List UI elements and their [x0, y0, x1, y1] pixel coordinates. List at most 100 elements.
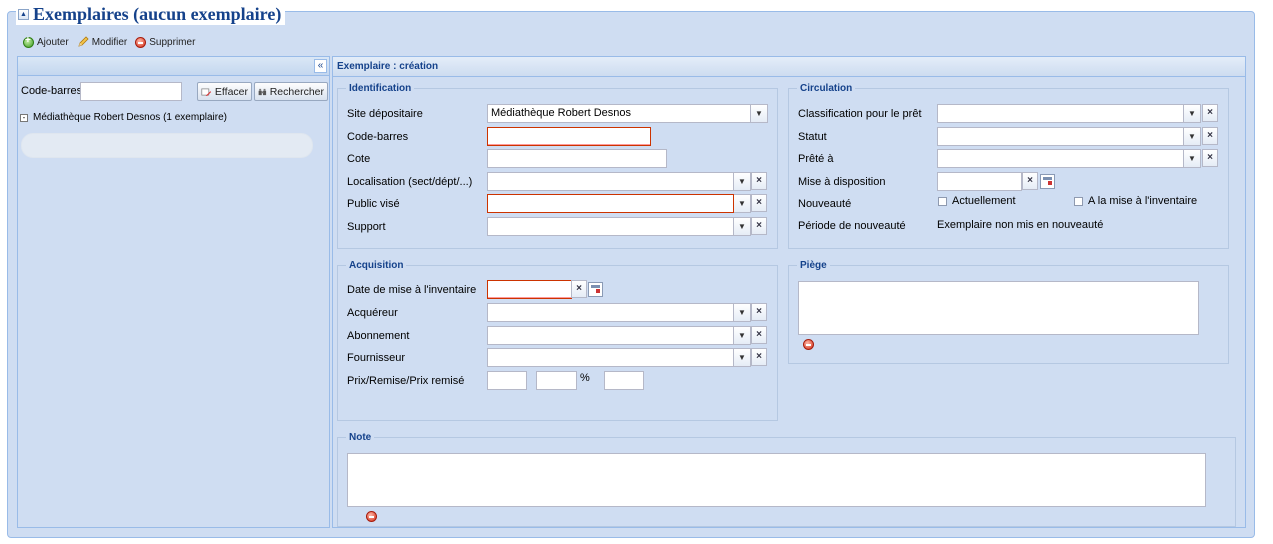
support-select[interactable]: ▼: [487, 217, 751, 236]
binoculars-icon: [258, 88, 267, 95]
classification-select[interactable]: ▼: [937, 104, 1201, 123]
search-button[interactable]: Rechercher: [254, 82, 328, 101]
identification-legend: Identification: [349, 83, 412, 94]
note-textarea[interactable]: [347, 453, 1206, 507]
currently-label: Actuellement: [952, 195, 1016, 207]
trap-textarea[interactable]: [798, 281, 1199, 335]
collapse-left-icon[interactable]: «: [314, 59, 327, 73]
add-button[interactable]: Ajouter: [23, 35, 69, 48]
status-select[interactable]: ▼: [937, 127, 1201, 146]
lent-select[interactable]: ▼: [937, 149, 1201, 168]
tree-item-label: Médiathèque Robert Desnos (1 exemplaire): [33, 112, 227, 123]
edit-button[interactable]: Modifier: [77, 36, 128, 48]
chevron-down-icon[interactable]: ▼: [1184, 127, 1201, 146]
currently-checkbox[interactable]: [938, 197, 947, 206]
page-title: Exemplaires (aucun exemplaire): [33, 3, 282, 24]
chevron-down-icon[interactable]: ▼: [734, 303, 751, 322]
clear-icon[interactable]: ×: [751, 326, 767, 344]
discounted-price-input[interactable]: [604, 371, 644, 390]
inventory-label: A la mise à l'inventaire: [1088, 195, 1198, 207]
left-panel-header: «: [18, 57, 329, 76]
clear-label: Effacer: [214, 85, 248, 98]
supplier-label: Fournisseur: [347, 352, 406, 364]
site-select[interactable]: Médiathèque Robert Desnos ▼: [487, 104, 768, 123]
chevron-down-icon[interactable]: ▼: [1184, 104, 1201, 123]
chevron-down-icon[interactable]: ▼: [734, 326, 751, 345]
public-select[interactable]: ▼: [487, 194, 751, 213]
search-label: Rechercher: [269, 85, 324, 98]
subscription-label: Abonnement: [347, 330, 410, 342]
status-value: [937, 127, 1184, 146]
note-legend: Note: [349, 432, 372, 443]
site-label: Site dépositaire: [347, 108, 423, 120]
clear-icon[interactable]: ×: [751, 172, 767, 190]
chevron-down-icon[interactable]: ▼: [734, 217, 751, 236]
public-label: Public visé: [347, 198, 400, 210]
code-barres-input[interactable]: [487, 127, 651, 146]
remove-icon[interactable]: [803, 339, 814, 350]
status-label: Statut: [798, 131, 827, 143]
novelty-label: Nouveauté: [798, 198, 852, 210]
clear-icon[interactable]: ×: [751, 348, 767, 366]
form-panel-title: Exemplaire : création: [333, 57, 1245, 77]
chevron-down-icon[interactable]: ▼: [734, 348, 751, 367]
eraser-icon: [201, 87, 212, 96]
clear-icon[interactable]: ×: [1022, 172, 1038, 190]
subscription-value: [487, 326, 734, 345]
support-value: [487, 217, 734, 236]
left-panel: « Code-barres Effacer Rechercher - Média…: [17, 56, 330, 528]
delete-button[interactable]: Supprimer: [135, 36, 195, 48]
barcode-search-input[interactable]: [80, 82, 182, 101]
inventory-date-label: Date de mise à l'inventaire: [347, 284, 477, 296]
panel-header: ▲ Exemplaires (aucun exemplaire): [16, 3, 286, 25]
clear-icon[interactable]: ×: [1202, 104, 1218, 122]
tree-item[interactable]: - Médiathèque Robert Desnos (1 exemplair…: [20, 112, 227, 123]
calendar-icon[interactable]: [1040, 174, 1055, 189]
disposal-date-input[interactable]: [937, 172, 1022, 191]
chevron-down-icon[interactable]: ▼: [734, 194, 751, 213]
remove-icon[interactable]: [366, 511, 378, 522]
circulation-legend: Circulation: [800, 83, 853, 94]
classification-value: [937, 104, 1184, 123]
lent-label: Prêté à: [798, 153, 834, 165]
price-label: Prix/Remise/Prix remisé: [347, 375, 465, 387]
collapse-tree-icon[interactable]: -: [20, 113, 28, 122]
price-input[interactable]: [487, 371, 527, 390]
clear-icon[interactable]: ×: [1202, 127, 1218, 145]
supplier-select[interactable]: ▼: [487, 348, 751, 367]
disposal-label: Mise à disposition: [798, 176, 886, 188]
clear-icon[interactable]: ×: [751, 194, 767, 212]
classification-label: Classification pour le prêt: [798, 108, 922, 120]
add-label: Ajouter: [37, 36, 69, 48]
collapse-icon[interactable]: ▲: [18, 8, 29, 20]
clear-icon[interactable]: ×: [1202, 149, 1218, 167]
chevron-down-icon[interactable]: ▼: [751, 104, 768, 123]
chevron-down-icon[interactable]: ▼: [1184, 149, 1201, 168]
code-barres-label: Code-barres: [347, 131, 409, 143]
inventory-date-input[interactable]: [487, 280, 572, 299]
location-value: [487, 172, 734, 191]
clear-icon[interactable]: ×: [751, 217, 767, 235]
inventory-checkbox[interactable]: [1074, 197, 1083, 206]
clear-icon[interactable]: ×: [571, 280, 587, 298]
cote-input[interactable]: [487, 149, 667, 168]
calendar-icon[interactable]: [588, 282, 603, 297]
buyer-value: [487, 303, 734, 322]
lent-value: [937, 149, 1184, 168]
buyer-select[interactable]: ▼: [487, 303, 751, 322]
acquisition-legend: Acquisition: [349, 260, 404, 271]
discount-input[interactable]: [536, 371, 577, 390]
edit-label: Modifier: [91, 36, 128, 48]
delete-label: Supprimer: [149, 36, 196, 48]
clear-button[interactable]: Effacer: [197, 82, 252, 101]
subscription-select[interactable]: ▼: [487, 326, 751, 345]
toolbar: Ajouter Modifier Supprimer: [23, 35, 195, 48]
novelty-period-value: Exemplaire non mis en nouveauté: [937, 219, 1104, 231]
cote-label: Cote: [347, 153, 371, 165]
novelty-period-label: Période de nouveauté: [798, 220, 906, 232]
location-select[interactable]: ▼: [487, 172, 751, 191]
progress-bar: [21, 133, 313, 158]
clear-icon[interactable]: ×: [751, 303, 767, 321]
buyer-label: Acquéreur: [347, 307, 398, 319]
chevron-down-icon[interactable]: ▼: [734, 172, 751, 191]
